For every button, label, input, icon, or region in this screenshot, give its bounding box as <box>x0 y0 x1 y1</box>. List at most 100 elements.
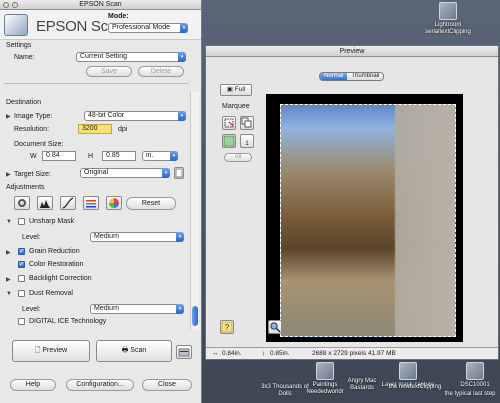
help-hint-button[interactable]: ? <box>220 320 234 334</box>
file-icon <box>399 362 417 380</box>
scan-button[interactable]: 🖶 Scan <box>96 340 172 362</box>
target-size-label: Target Size: <box>14 171 51 178</box>
settings-heading: Settings <box>6 42 32 49</box>
scan-options-button[interactable] <box>176 345 192 359</box>
unsharp-level-select[interactable]: Medium ▾ <box>90 232 184 242</box>
zoom-icon <box>270 322 281 333</box>
preview-button[interactable]: 🗋 Preview <box>12 340 90 362</box>
add-marquee-icon <box>223 135 235 147</box>
desktop-icon-lightroom[interactable]: Lightroom serialtextClipping <box>415 2 481 36</box>
size-unit-select[interactable]: in. ▾ <box>142 151 178 161</box>
image-type-select[interactable]: 48-bit Color ▾ <box>84 111 186 121</box>
help-button[interactable]: Help <box>10 379 56 391</box>
unsharp-mask-checkbox[interactable] <box>18 218 25 225</box>
desktop-icon-typical[interactable]: the typical last step <box>440 391 500 398</box>
tone-curve-icon <box>62 197 74 209</box>
file-icon <box>439 2 457 20</box>
desktop-icon-thousands[interactable]: 3x3 Thousands of Dolls <box>256 384 314 398</box>
marquee-select-button[interactable] <box>222 116 236 130</box>
resolution-label: Resolution: <box>14 126 50 133</box>
preview-mode-tabs: Normal Thumbnail <box>319 72 385 81</box>
auto-exposure-button[interactable] <box>14 196 30 210</box>
full-icon: ▣ <box>226 86 235 93</box>
chevron-updown-icon: ▾ <box>176 304 184 314</box>
disclosure-triangle-icon[interactable]: ▶ <box>6 171 11 178</box>
chevron-updown-icon: ▾ <box>176 232 184 242</box>
target-size-select[interactable]: Original ▾ <box>80 168 170 178</box>
tab-thumbnail[interactable]: Thumbnail <box>347 73 384 80</box>
dust-level-label: Level: <box>22 306 41 313</box>
scanned-image-marquee[interactable] <box>280 104 456 337</box>
preview-status-bar: ↔ 0.84in. ↕ 0.85in. 2688 x 2729 pixels 4… <box>206 347 498 359</box>
backlight-correction-label: Backlight Correction <box>29 275 92 282</box>
preview-titlebar[interactable]: Preview <box>206 46 498 57</box>
reset-button[interactable]: Reset <box>126 197 176 210</box>
file-icon <box>316 362 334 380</box>
grain-reduction-checkbox[interactable]: ✓ <box>18 248 25 255</box>
preview-canvas[interactable] <box>266 94 463 342</box>
chevron-updown-icon: ▾ <box>178 52 186 62</box>
full-button[interactable]: ▣ Full <box>220 84 252 96</box>
page-orientation-button[interactable] <box>174 167 184 179</box>
status-height: 0.85in. <box>270 350 290 357</box>
disclosure-triangle-icon[interactable]: ▶ <box>6 276 11 283</box>
dust-removal-checkbox[interactable] <box>18 290 25 297</box>
disclosure-triangle-icon[interactable]: ▶ <box>6 113 11 120</box>
width-arrow-icon: ↔ <box>212 350 219 357</box>
preview-window: Preview Normal Thumbnail ▣ Full Marquee … <box>205 45 499 360</box>
height-arrow-icon: ↕ <box>262 350 266 357</box>
svg-text:?: ? <box>225 323 230 332</box>
dust-removal-label: Dust Removal <box>29 290 73 297</box>
save-button[interactable]: Save <box>86 66 132 77</box>
scrollbar-thumb[interactable] <box>192 306 198 326</box>
marquee-add-button[interactable] <box>222 134 236 148</box>
disclosure-triangle-icon[interactable]: ▼ <box>6 219 12 225</box>
scanner-settings-icon <box>178 348 190 357</box>
document-size-label: Document Size: <box>14 141 64 148</box>
height-field[interactable]: 0.85 <box>102 151 136 161</box>
color-restoration-checkbox[interactable]: ✓ <box>18 261 25 268</box>
resolution-field[interactable]: 3200 <box>78 124 112 134</box>
digital-ice-label: DIGITAL ICE Technology <box>29 318 107 325</box>
close-button[interactable]: Close <box>142 379 192 391</box>
image-type-label: Image Type: <box>14 113 53 120</box>
chevron-updown-icon: ▾ <box>162 168 170 178</box>
height-label: H <box>88 153 94 160</box>
chevron-updown-icon: ▾ <box>180 23 188 33</box>
image-adjustment-button[interactable] <box>83 196 99 210</box>
marquee-label: Marquee <box>222 103 250 110</box>
histogram-button[interactable] <box>37 196 53 210</box>
desktop-icon-newtext[interactable]: the newtextClipping <box>386 384 444 391</box>
color-palette-button[interactable] <box>106 196 122 210</box>
destination-heading: Destination <box>6 99 42 106</box>
status-width: 0.84in. <box>222 350 242 357</box>
digital-ice-checkbox[interactable] <box>18 318 25 325</box>
marquee-duplicate-button[interactable] <box>240 116 254 130</box>
name-label: Name: <box>14 54 35 61</box>
color-wheel-icon <box>109 198 119 208</box>
backlight-correction-checkbox[interactable] <box>18 275 25 282</box>
disclosure-triangle-icon[interactable]: ▼ <box>6 291 12 297</box>
desktop-icon-dsc[interactable]: DSC10001 <box>450 362 500 389</box>
duplicate-icon <box>241 117 252 128</box>
sliders-icon <box>86 200 96 208</box>
tone-curve-button[interactable] <box>60 196 76 210</box>
divider <box>4 83 189 84</box>
marquee-count-button[interactable]: 1 <box>240 134 254 148</box>
minimize-window-icon[interactable] <box>12 2 18 8</box>
dust-level-select[interactable]: Medium ▾ <box>90 304 184 314</box>
window-titlebar[interactable]: EPSON Scan <box>0 0 201 10</box>
delete-button[interactable]: Delete <box>138 66 184 77</box>
disclosure-triangle-icon[interactable]: ▶ <box>6 249 11 256</box>
zoom-button[interactable] <box>268 320 282 334</box>
settings-name-select[interactable]: Current Setting ▾ <box>76 52 186 62</box>
close-window-icon[interactable] <box>3 2 9 8</box>
histogram-icon <box>40 200 50 208</box>
settings-scrollbar[interactable] <box>190 92 199 330</box>
question-icon: ? <box>221 321 233 333</box>
tab-normal[interactable]: Normal <box>320 73 348 80</box>
width-field[interactable]: 0.84 <box>42 151 76 161</box>
all-button[interactable]: All <box>224 153 252 162</box>
configuration-button[interactable]: Configuration... <box>66 379 134 391</box>
mode-select[interactable]: Professional Mode ▾ <box>108 23 188 33</box>
